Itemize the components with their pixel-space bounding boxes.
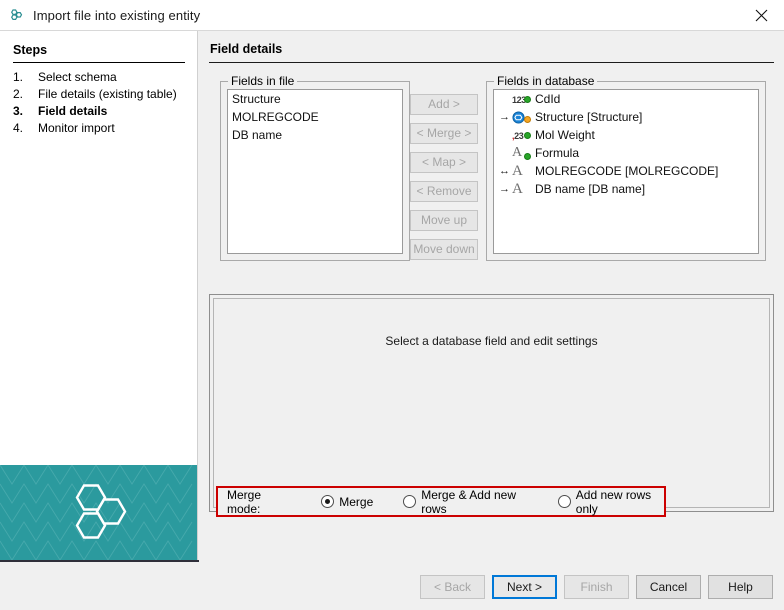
steps-list: 1. Select schema 2. File details (existi…: [13, 69, 193, 137]
number-field-icon: 123: [512, 94, 532, 104]
import-wizard-dialog: Import file into existing entity Steps 1…: [0, 0, 784, 610]
steps-heading: Steps: [13, 43, 47, 57]
field-label: Structure [Structure]: [535, 110, 642, 124]
field-label: DB name [DB name]: [535, 182, 645, 196]
radio-dot-icon: [403, 495, 416, 508]
radio-dot-icon: [321, 495, 334, 508]
radio-merge-add-new-rows[interactable]: Merge & Add new rows: [403, 488, 530, 516]
close-icon[interactable]: [738, 0, 784, 31]
window-title: Import file into existing entity: [33, 8, 200, 23]
merge-button[interactable]: < Merge >: [410, 123, 478, 144]
mapping-arrow-icon: ↔: [498, 165, 511, 177]
move-down-button[interactable]: Move down: [410, 239, 478, 260]
step-item-2[interactable]: 2. File details (existing table): [13, 86, 193, 103]
field-label: CdId: [535, 92, 560, 106]
list-item[interactable]: ↔ A MOLREGCODE [MOLREGCODE]: [494, 162, 758, 180]
mapping-arrow-icon: →: [498, 183, 511, 195]
help-button[interactable]: Help: [708, 575, 773, 599]
main-panel: Field details Fields in file Structure M…: [199, 31, 784, 562]
field-settings-inner: Select a database field and edit setting…: [213, 298, 770, 508]
list-item[interactable]: Structure: [228, 90, 402, 108]
wizard-footer: < Back Next > Finish Cancel Help: [0, 562, 784, 610]
title-bar: Import file into existing entity: [0, 0, 784, 31]
field-settings-panel: Select a database field and edit setting…: [209, 294, 774, 512]
radio-label: Merge: [339, 495, 373, 509]
step-label: Monitor import: [38, 120, 115, 137]
step-number: 1.: [13, 69, 38, 86]
merge-mode-label: Merge mode:: [227, 488, 290, 516]
fields-in-database-group: Fields in database 123 CdId →: [486, 81, 766, 261]
hexagon-logo-icon: [8, 6, 26, 24]
text-field-icon: A: [512, 181, 532, 198]
back-button[interactable]: < Back: [420, 575, 485, 599]
step-number: 2.: [13, 86, 38, 103]
add-button[interactable]: Add >: [410, 94, 478, 115]
decimal-field-icon: ,23: [512, 130, 532, 140]
fields-in-file-group: Fields in file Structure MOLREGCODE DB n…: [220, 81, 410, 261]
step-number: 3.: [13, 103, 38, 120]
finish-button[interactable]: Finish: [564, 575, 629, 599]
remove-button[interactable]: < Remove: [410, 181, 478, 202]
field-settings-placeholder: Select a database field and edit setting…: [214, 334, 769, 348]
step-item-3[interactable]: 3. Field details: [13, 103, 193, 120]
field-label: MOLREGCODE [MOLREGCODE]: [535, 164, 718, 178]
field-label: Mol Weight: [535, 128, 595, 142]
list-item[interactable]: MOLREGCODE: [228, 108, 402, 126]
list-item[interactable]: → A DB name [DB name]: [494, 180, 758, 198]
mapping-arrow-icon: →: [498, 111, 511, 123]
text-field-icon: A: [512, 163, 532, 180]
field-label: MOLREGCODE: [232, 110, 319, 124]
list-item[interactable]: DB name: [228, 126, 402, 144]
list-item[interactable]: 123 CdId: [494, 90, 758, 108]
field-label: DB name: [232, 128, 282, 142]
step-label: Select schema: [38, 69, 117, 86]
field-label: Formula: [535, 146, 579, 160]
hexagon-logo-large-icon: [68, 482, 130, 543]
next-button[interactable]: Next >: [492, 575, 557, 599]
step-label: Field details: [38, 103, 107, 120]
fields-in-database-legend: Fields in database: [494, 74, 597, 88]
fields-in-file-legend: Fields in file: [228, 74, 297, 88]
step-label: File details (existing table): [38, 86, 177, 103]
field-label: Structure: [232, 92, 281, 106]
radio-label: Add new rows only: [576, 488, 664, 516]
radio-dot-icon: [558, 495, 571, 508]
radio-merge[interactable]: Merge: [321, 495, 373, 509]
list-item[interactable]: ,23 Mol Weight: [494, 126, 758, 144]
steps-divider: [13, 62, 185, 63]
radio-label: Merge & Add new rows: [421, 488, 530, 516]
move-up-button[interactable]: Move up: [410, 210, 478, 231]
merge-mode-group: Merge mode: Merge Merge & Add new rows A…: [216, 486, 666, 517]
step-item-1[interactable]: 1. Select schema: [13, 69, 193, 86]
step-number: 4.: [13, 120, 38, 137]
list-item[interactable]: → Structure [Structure]: [494, 108, 758, 126]
fields-in-file-list[interactable]: Structure MOLREGCODE DB name: [227, 89, 403, 254]
page-title-divider: [209, 62, 774, 63]
step-item-4[interactable]: 4. Monitor import: [13, 120, 193, 137]
brand-panel: [0, 465, 197, 560]
fields-in-database-list[interactable]: 123 CdId → Structure [Structure]: [493, 89, 759, 254]
radio-add-new-rows-only[interactable]: Add new rows only: [558, 488, 664, 516]
map-button[interactable]: < Map >: [410, 152, 478, 173]
page-title: Field details: [210, 42, 282, 56]
cancel-button[interactable]: Cancel: [636, 575, 701, 599]
structure-field-icon: [512, 111, 532, 124]
list-item[interactable]: A Formula: [494, 144, 758, 162]
text-field-icon: A: [512, 145, 532, 161]
